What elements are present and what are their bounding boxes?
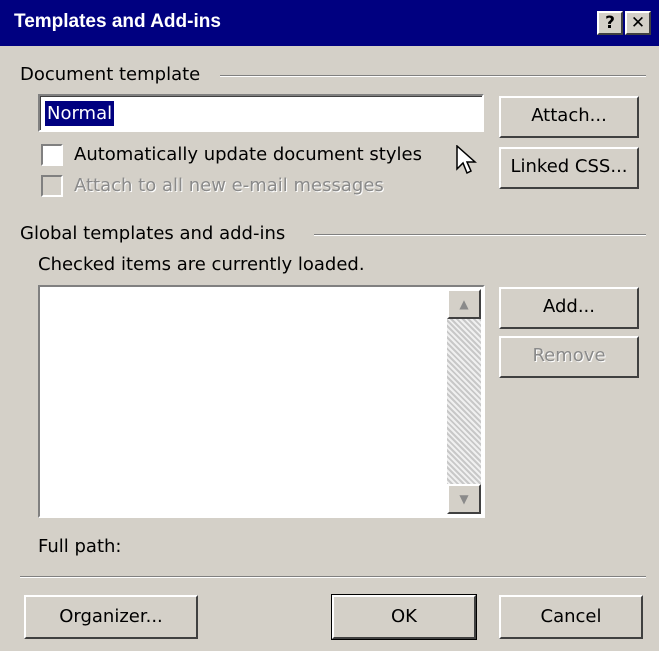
remove-button-label: Remove (532, 345, 606, 366)
loaded-hint: Checked items are currently loaded. (38, 254, 365, 275)
auto-update-label[interactable]: Automatically update document styles (74, 144, 422, 165)
attach-email-label: Attach to all new e-mail messages (74, 175, 384, 196)
title-bar[interactable]: Templates and Add-ins ? ✕ (0, 0, 659, 46)
cancel-button[interactable]: Cancel (499, 595, 643, 639)
group-divider (220, 75, 646, 77)
organizer-button[interactable]: Organizer... (24, 595, 198, 639)
window-title: Templates and Add-ins (14, 11, 221, 32)
global-templates-list[interactable]: ▲ ▼ (38, 285, 485, 518)
scroll-down-icon[interactable]: ▼ (447, 484, 481, 514)
document-template-label: Document template (20, 64, 201, 85)
add-button[interactable]: Add... (499, 287, 639, 329)
group-divider (314, 234, 646, 236)
footer-divider (20, 576, 646, 578)
template-name-input[interactable]: Normal (38, 94, 484, 132)
close-icon[interactable]: ✕ (625, 11, 651, 35)
help-icon[interactable]: ? (597, 11, 623, 35)
list-scrollbar[interactable]: ▲ ▼ (447, 289, 481, 514)
attach-email-checkbox (41, 175, 63, 197)
mouse-cursor-icon (456, 145, 477, 175)
linked-css-button[interactable]: Linked CSS... (499, 147, 639, 189)
full-path-label: Full path: (38, 536, 122, 557)
global-templates-label: Global templates and add-ins (20, 223, 286, 244)
attach-button[interactable]: Attach... (499, 96, 639, 138)
scroll-up-icon[interactable]: ▲ (447, 289, 481, 319)
remove-button: Remove (499, 336, 639, 378)
template-name-selection: Normal (43, 100, 116, 127)
ok-button[interactable]: OK (331, 594, 477, 640)
auto-update-checkbox[interactable] (41, 144, 63, 166)
templates-addins-dialog: Templates and Add-ins ? ✕ Document templ… (0, 0, 659, 651)
